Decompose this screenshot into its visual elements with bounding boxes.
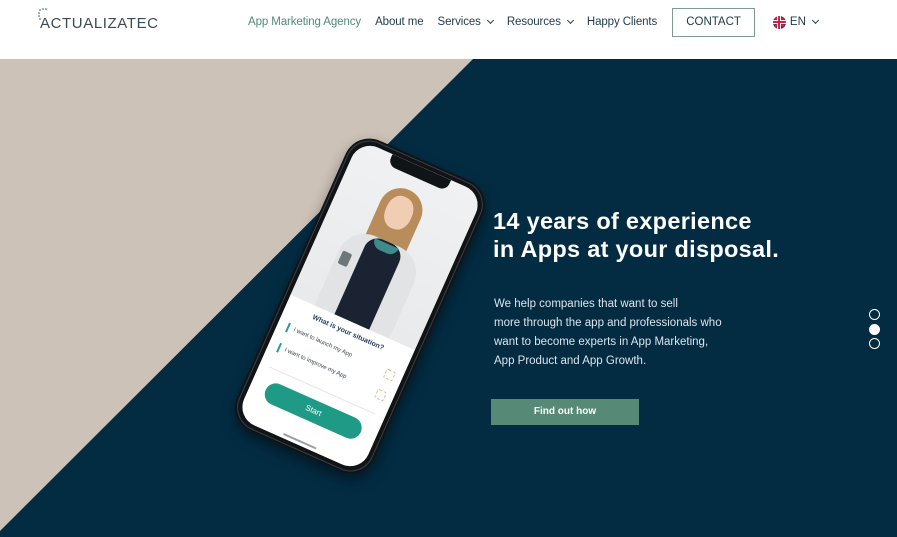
hero-title-line: 14 years of experience <box>493 208 752 234</box>
home-indicator <box>282 432 317 450</box>
chevron-down-icon <box>566 16 574 25</box>
find-out-how-button[interactable]: Find out how <box>491 399 639 425</box>
slider-dot-2[interactable] <box>869 323 880 335</box>
main-nav: App Marketing Agency About me Services R… <box>248 0 819 44</box>
hero-title-line: in Apps at your disposal. <box>493 236 780 262</box>
nav-item-label: App Marketing Agency <box>248 16 362 28</box>
slider-dot-3[interactable] <box>869 338 880 349</box>
hero-section: What is your situation? I want to launch… <box>0 59 897 537</box>
nav-item-about-me[interactable]: About me <box>375 16 424 28</box>
slider-pagination <box>869 309 881 353</box>
nav-item-label: About me <box>375 16 424 28</box>
phone-mockup: What is your situation? I want to launch… <box>205 130 495 499</box>
language-label: EN <box>789 16 806 28</box>
nav-item-label: Resources <box>506 16 561 28</box>
nav-item-happy-clients[interactable]: Happy Clients <box>587 16 657 28</box>
slider-dot-1[interactable] <box>869 309 880 320</box>
logo-dots-icon <box>38 8 48 23</box>
checkbox-icon <box>382 368 397 382</box>
phone-frame: What is your situation? I want to launch… <box>226 130 494 482</box>
hero-description-line: We help companies that want to sell <box>494 298 678 310</box>
chevron-down-icon <box>811 16 819 25</box>
contact-button[interactable]: CONTACT <box>672 7 755 37</box>
hero-description-line: App Product and App Growth. <box>494 355 647 367</box>
logo[interactable]: ACTUALIZATEC <box>38 8 159 32</box>
site-header: ACTUALIZATEC App Marketing Agency About … <box>0 0 897 59</box>
nav-item-services[interactable]: Services <box>437 16 494 28</box>
chevron-down-icon <box>486 16 494 25</box>
nav-item-resources[interactable]: Resources <box>506 16 574 28</box>
hero-description-line: more through the app and professionals w… <box>494 317 722 329</box>
checkbox-icon <box>373 388 388 402</box>
hero-description-line: want to become experts in App Marketing, <box>494 336 709 348</box>
language-selector[interactable]: EN <box>772 15 819 29</box>
phone-screen: What is your situation? I want to launch… <box>236 139 484 473</box>
uk-flag-icon <box>772 15 786 29</box>
hero-description: We help companies that want to sell more… <box>494 295 722 371</box>
nav-item-label: Happy Clients <box>586 16 658 28</box>
hero-title: 14 years of experience in Apps at your d… <box>493 207 779 263</box>
nav-item-label: Services <box>437 16 481 28</box>
quiz-start-button: Start <box>261 379 366 443</box>
nav-item-app-marketing-agency[interactable]: App Marketing Agency <box>248 16 361 28</box>
logo-text: ACTUALIZATEC <box>40 15 159 32</box>
